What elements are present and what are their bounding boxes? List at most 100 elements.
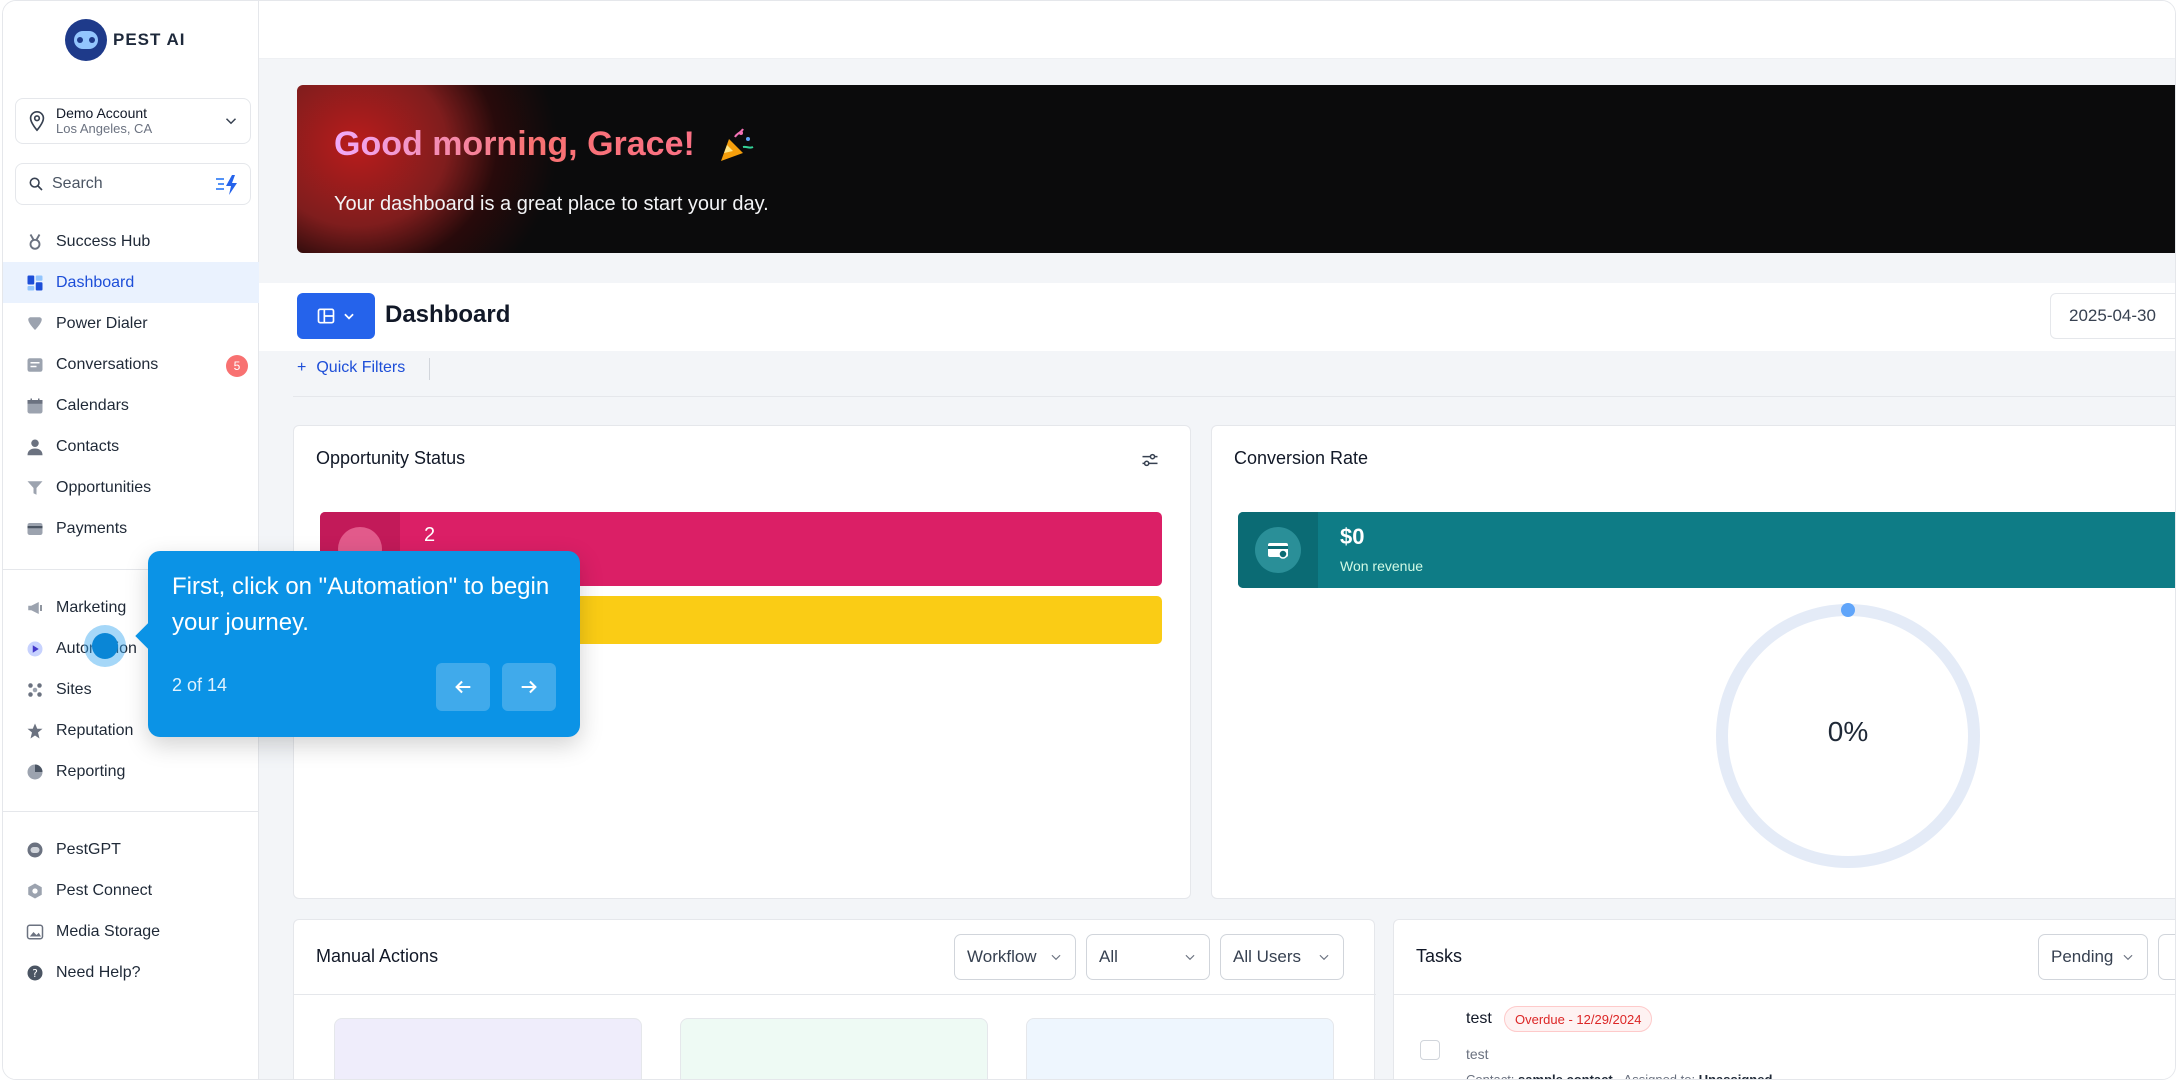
sidebar-item-calendars[interactable]: Calendars: [3, 385, 259, 426]
card-title: Tasks: [1416, 946, 1463, 966]
search-box: [15, 163, 251, 205]
tour-back-button[interactable]: [436, 663, 490, 711]
account-switcher[interactable]: Demo Account Los Angeles, CA: [15, 98, 251, 144]
sidebar-item-label: Opportunities: [56, 478, 152, 496]
plus-icon: +: [297, 359, 307, 376]
sidebar-item-label: Marketing: [56, 598, 127, 616]
sidebar-item-label: Calendars: [56, 396, 129, 414]
task-checkbox[interactable]: [1420, 1040, 1440, 1060]
location-pin-icon: [29, 111, 45, 132]
sidebar-item-success-hub[interactable]: Success Hub: [3, 221, 259, 262]
opportunity-count: 2: [424, 524, 436, 546]
layout-icon: [317, 308, 335, 324]
chevron-down-icon: [225, 118, 237, 125]
sidebar-item-label: Reporting: [56, 762, 126, 780]
sidebar-item-reporting[interactable]: Reporting: [3, 751, 259, 792]
sidebar-item-label: Need Help?: [56, 963, 141, 981]
image-icon: [25, 922, 45, 942]
action-tile[interactable]: [334, 1018, 642, 1079]
settings-sliders-icon[interactable]: [1140, 450, 1160, 470]
sidebar-item-pest-connect[interactable]: Pest Connect: [3, 870, 259, 911]
robot-logo-icon: [65, 19, 107, 61]
gauge-marker: [1841, 603, 1855, 617]
greeting-subtitle: Your dashboard is a great place to start…: [334, 193, 769, 215]
sidebar-item-conversations[interactable]: Conversations 5: [3, 344, 259, 385]
workflow-select[interactable]: Workflow: [954, 934, 1076, 980]
sidebar-item-media-storage[interactable]: Media Storage: [3, 911, 259, 952]
account-name: Demo Account: [56, 105, 148, 121]
task-status-select[interactable]: Pending: [2038, 934, 2148, 980]
calendar-icon: [25, 396, 45, 416]
action-tile[interactable]: [680, 1018, 988, 1079]
sidebar-item-label: Conversations: [56, 355, 159, 373]
card-title: Opportunity Status: [316, 448, 466, 468]
tour-next-button[interactable]: [502, 663, 556, 711]
arrow-right-icon: [521, 680, 537, 694]
funnel-icon: [25, 478, 45, 498]
status-select[interactable]: All: [1086, 934, 1210, 980]
conversion-rate-value: 0%: [1827, 716, 1869, 747]
sidebar-item-label: Pest Connect: [56, 881, 153, 899]
filter-divider: [293, 396, 2175, 397]
sidebar-item-power-dialer[interactable]: Power Dialer: [3, 303, 259, 344]
card-title: Conversion Rate: [1234, 448, 1369, 468]
sidebar-item-contacts[interactable]: Contacts: [3, 426, 259, 467]
chevron-down-icon: [1051, 954, 1061, 961]
chat-icon: [25, 355, 45, 375]
top-bar: [259, 1, 2175, 59]
hex-icon: [25, 881, 45, 901]
chevron-down-icon: [344, 313, 354, 320]
conversion-rate-card: Conversion Rate $0 Won revenue 0%: [1211, 425, 2175, 899]
users-select[interactable]: All Users: [1220, 934, 1344, 980]
task-name[interactable]: test: [1466, 1010, 1492, 1028]
brand-logo[interactable]: PEST AI: [65, 19, 186, 61]
app-window: PEST AI Demo Account Los Angeles, CA Suc…: [2, 0, 2176, 1080]
quick-filters-button[interactable]: + Quick Filters: [297, 359, 405, 377]
action-tile[interactable]: [1026, 1018, 1334, 1079]
filter-separator: [429, 358, 430, 380]
tour-hotspot[interactable]: [84, 625, 126, 667]
greeting-title: Good morning, Grace!: [334, 125, 695, 163]
unread-badge: 5: [226, 355, 248, 377]
sidebar-item-pestgpt[interactable]: PestGPT: [3, 829, 259, 870]
sidebar-item-payments[interactable]: Payments: [3, 508, 259, 549]
sidebar-item-label: Payments: [56, 519, 128, 537]
card-title: Manual Actions: [316, 946, 439, 966]
chevron-down-icon: [2123, 954, 2133, 961]
dashboard-header: Dashboard 2025-04-30: [259, 283, 2175, 351]
greeting-banner: Good morning, Grace! Your dashboard is a…: [297, 85, 2175, 253]
quick-action-bolt-icon[interactable]: [214, 173, 242, 197]
grid-icon: [25, 273, 45, 293]
task-filter-select[interactable]: [2158, 934, 2175, 980]
sidebar-item-need-help[interactable]: ? Need Help?: [3, 952, 259, 993]
tour-text: First, click on "Automation" to begin yo…: [172, 573, 550, 636]
won-revenue-value: $0: [1340, 524, 1365, 549]
search-input[interactable]: [52, 175, 202, 193]
heart-icon: [25, 314, 45, 334]
layout-switch-button[interactable]: [297, 293, 375, 339]
brand-name: PEST AI: [113, 30, 186, 49]
won-revenue-label: Won revenue: [1340, 558, 1424, 574]
sidebar-item-label: Contacts: [56, 437, 120, 455]
bot-icon: [25, 840, 45, 860]
sidebar-item-opportunities[interactable]: Opportunities: [3, 467, 259, 508]
won-revenue-bar: $0 Won revenue: [1238, 512, 2175, 588]
sidebar: PEST AI Demo Account Los Angeles, CA Suc…: [3, 1, 259, 1079]
pie-icon: [25, 762, 45, 782]
star-icon: [25, 721, 45, 741]
card-divider: [294, 994, 1376, 995]
date-picker[interactable]: 2025-04-30: [2050, 293, 2175, 339]
tour-tooltip: First, click on "Automation" to begin yo…: [148, 551, 580, 737]
sidebar-item-label: Dashboard: [56, 273, 135, 291]
sidebar-item-label: Reputation: [56, 721, 134, 739]
page-title: Dashboard: [385, 301, 511, 328]
card-divider: [1394, 994, 2175, 995]
task-meta: Contact: sample contact · Assigned to: U…: [1466, 1072, 1773, 1080]
medal-icon: [25, 232, 45, 252]
account-location: Los Angeles, CA: [56, 121, 153, 136]
quick-filters-label: Quick Filters: [316, 359, 406, 376]
nav-primary: Success Hub Dashboard Power Dialer Conversa…: [3, 221, 259, 549]
play-icon: [25, 639, 45, 659]
sidebar-item-dashboard[interactable]: Dashboard: [3, 262, 259, 303]
arrow-left-icon: [455, 680, 471, 694]
